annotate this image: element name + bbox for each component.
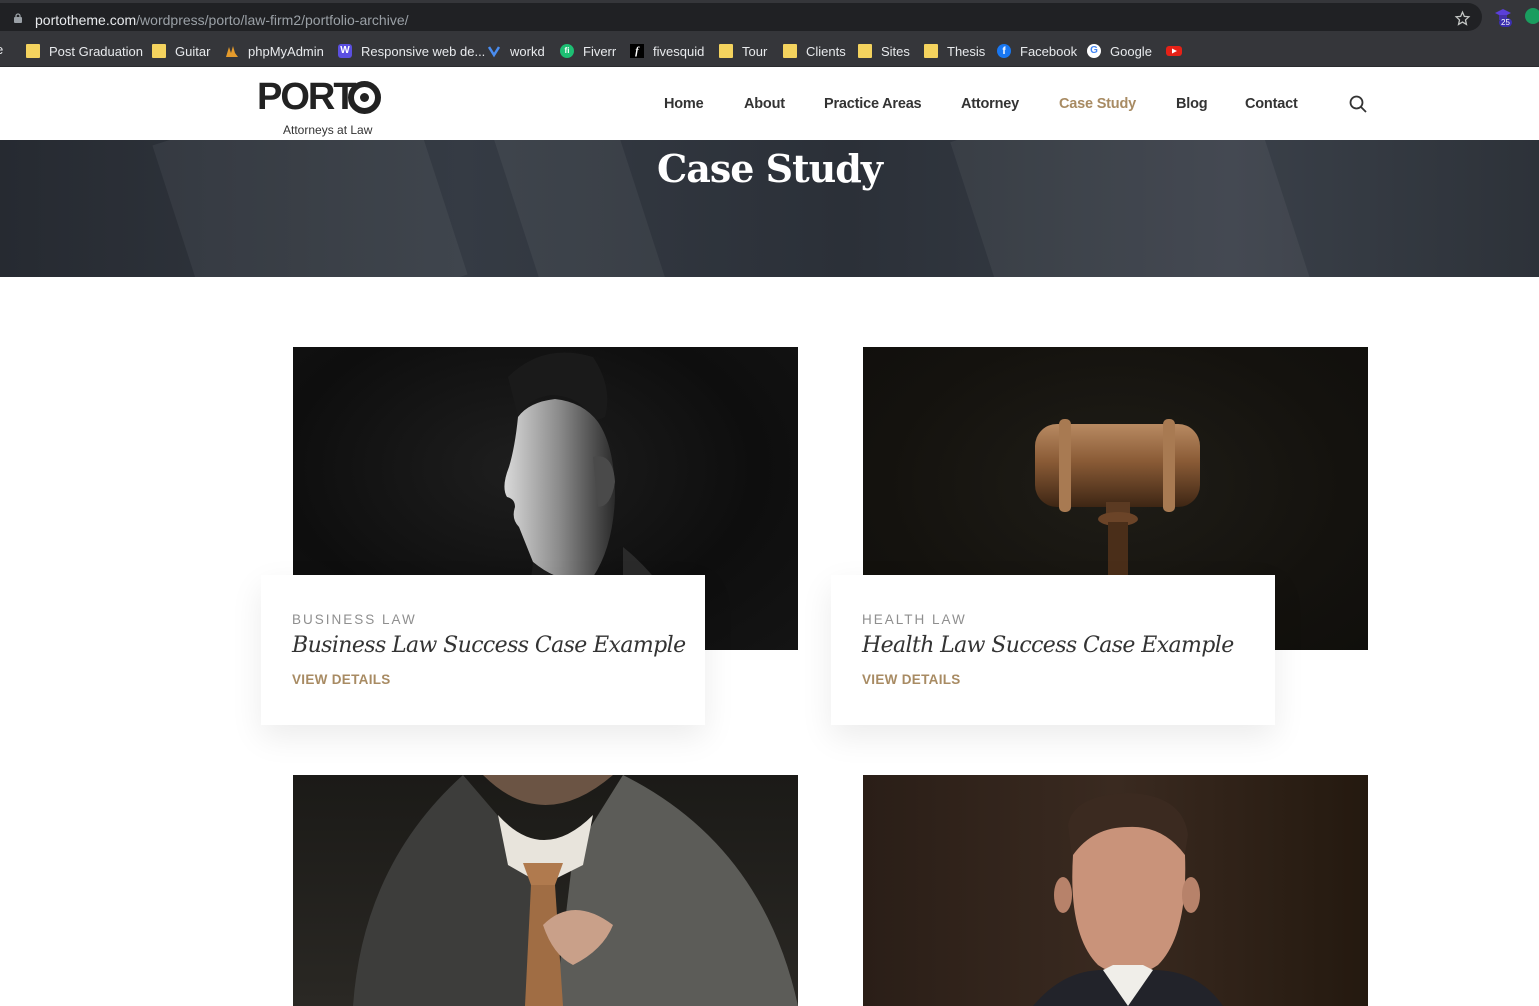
bookmark-thesis[interactable]: Thesis [924, 42, 985, 60]
bookmark-label: Facebook [1020, 43, 1078, 59]
url-host: portotheme.com [35, 12, 137, 28]
folder-icon [152, 44, 166, 58]
workd-icon [487, 46, 501, 58]
url-text[interactable]: portotheme.com/wordpress/porto/law-firm2… [35, 12, 409, 28]
bookmark-clients[interactable]: Clients [783, 42, 846, 60]
google-icon: G [1087, 44, 1101, 58]
youtube-icon [1166, 46, 1182, 56]
bookmark-label: Thesis [947, 43, 986, 59]
bookmarks-bar: e Post Graduation Guitar phpMyAdmin W Res… [0, 34, 1539, 67]
logo-wordmark: PORT [257, 76, 357, 118]
bookmark-youtube[interactable] [1166, 42, 1191, 60]
bookmark-label: Responsive web de... [361, 43, 486, 59]
man-portrait-photo [1033, 793, 1223, 1006]
page-title: Case Study [657, 146, 883, 191]
site-header: PORT Attorneys at Law Home About Practic… [0, 68, 1539, 140]
search-icon[interactable] [1348, 94, 1368, 114]
lock-icon [14, 13, 22, 23]
folder-icon [858, 44, 872, 58]
nav-contact[interactable]: Contact [1245, 96, 1298, 112]
bookmark-post-graduation[interactable]: Post Graduation [26, 42, 143, 60]
folder-icon [924, 44, 938, 58]
fiverr-icon: fi [560, 44, 574, 58]
case-title[interactable]: Health Law Success Case Example [862, 633, 1234, 658]
case-image-3[interactable] [293, 775, 798, 1006]
porto-logo[interactable]: PORT Attorneys at Law [256, 76, 384, 137]
case-card-business-law: BUSINESS LAW Business Law Success Case E… [261, 575, 705, 725]
nav-about[interactable]: About [744, 96, 785, 112]
bookmark-fivesquid[interactable]: f fivesquid [630, 42, 704, 60]
bookmark-guitar[interactable]: Guitar [152, 42, 210, 60]
extension-badge: 25 [1499, 18, 1512, 27]
bookmark-label: Post Graduation [49, 43, 143, 59]
bookmark-label: Sites [881, 43, 910, 59]
w-icon: W [338, 44, 352, 58]
view-details-link[interactable]: VIEW DETAILS [862, 672, 961, 687]
bookmark-label: Clients [806, 43, 846, 59]
bookmark-facebook[interactable]: f Facebook [997, 42, 1077, 60]
bookmark-sites[interactable]: Sites [858, 42, 910, 60]
man-suit-tie-photo [353, 775, 798, 1006]
case-title[interactable]: Business Law Success Case Example [292, 633, 686, 658]
case-card-health-law: HEALTH LAW Health Law Success Case Examp… [831, 575, 1275, 725]
bookmark-label: workd [510, 43, 545, 59]
nav-home[interactable]: Home [664, 96, 704, 112]
folder-icon [783, 44, 797, 58]
case-category: HEALTH LAW [862, 612, 967, 627]
case-category: BUSINESS LAW [292, 612, 417, 627]
logo-o-mark [348, 81, 381, 114]
bookmark-label: Google [1110, 43, 1152, 59]
bookmark-truncated[interactable]: e [0, 42, 3, 57]
bookmark-label: phpMyAdmin [248, 43, 324, 59]
bookmark-label: Tour [742, 43, 768, 59]
url-field[interactable]: portotheme.com/wordpress/porto/law-firm2… [0, 3, 1482, 31]
bookmark-star-icon[interactable] [1454, 10, 1471, 27]
extension-green-icon[interactable] [1525, 8, 1539, 24]
bookmark-responsive-web[interactable]: W Responsive web de... [338, 42, 485, 60]
bookmark-label: Guitar [175, 43, 211, 59]
nav-blog[interactable]: Blog [1176, 96, 1208, 112]
bookmark-label: fivesquid [653, 43, 705, 59]
view-details-link[interactable]: VIEW DETAILS [292, 672, 391, 687]
bookmark-label: Fiverr [583, 43, 617, 59]
folder-icon [26, 44, 40, 58]
nav-attorney[interactable]: Attorney [961, 96, 1019, 112]
extension-icon[interactable]: 25 [1493, 7, 1515, 29]
bookmark-phpmyadmin[interactable]: phpMyAdmin [225, 42, 324, 60]
bookmark-google[interactable]: G Google [1087, 42, 1152, 60]
bookmark-fiverr[interactable]: fi Fiverr [560, 42, 616, 60]
case-image-4[interactable] [863, 775, 1368, 1006]
nav-practice-areas[interactable]: Practice Areas [824, 96, 922, 112]
bookmark-workd[interactable]: workd [487, 42, 545, 60]
folder-icon [719, 44, 733, 58]
phpmyadmin-icon [226, 46, 238, 57]
page-hero-banner: Case Study [0, 140, 1539, 277]
f-icon: f [630, 44, 644, 58]
logo-tagline: Attorneys at Law [283, 123, 373, 137]
browser-address-bar: portotheme.com/wordpress/porto/law-firm2… [0, 0, 1539, 34]
bookmark-tour[interactable]: Tour [719, 42, 767, 60]
url-path: /wordpress/porto/law-firm2/portfolio-arc… [136, 12, 409, 28]
nav-case-study[interactable]: Case Study [1059, 96, 1136, 112]
facebook-icon: f [997, 44, 1011, 58]
